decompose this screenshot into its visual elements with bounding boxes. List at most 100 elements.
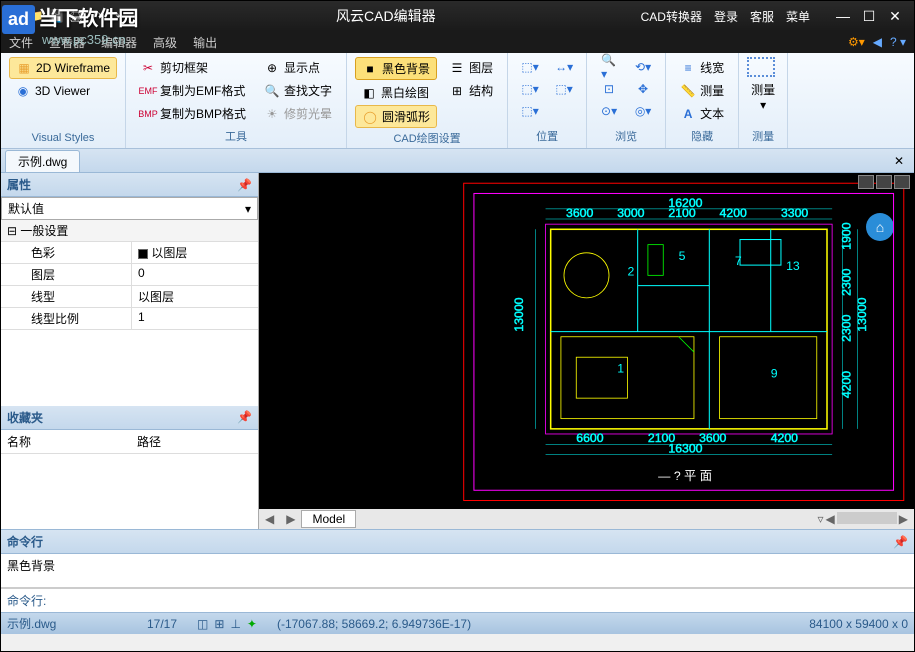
ribbon-group-hide: ≡线宽 📏测量 A文本 隐藏 [666, 53, 739, 148]
prop-ltscale-label: 线型比例 [1, 308, 131, 329]
black-bg-button[interactable]: ■黑色背景 [355, 57, 437, 80]
prop-row-layer[interactable]: 图层 0 [1, 264, 258, 286]
snap-icon[interactable]: ◫ [197, 617, 208, 631]
new-icon[interactable]: 📄 [7, 7, 25, 25]
pos-4[interactable]: ↔▾ [550, 57, 578, 77]
menu-viewer[interactable]: 查看器 [49, 34, 85, 51]
prop-row-color[interactable]: 色彩 以图层 [1, 242, 258, 264]
cad-converter-link[interactable]: CAD转换器 [641, 8, 702, 25]
scroll-track[interactable] [837, 512, 897, 524]
canvas-close-icon[interactable] [894, 175, 910, 189]
prop-layer-value[interactable]: 0 [131, 264, 258, 285]
browse-4[interactable]: ⟲▾ [629, 57, 657, 77]
show-point-button[interactable]: ⊕显示点 [258, 57, 338, 78]
expand-icon[interactable]: ◀ [873, 35, 882, 49]
maximize-button[interactable]: ☐ [858, 6, 880, 26]
tab-prev-icon[interactable]: ◀ [259, 512, 280, 526]
pin-icon[interactable]: 📌 [237, 178, 252, 192]
grid-icon[interactable]: ⊞ [214, 617, 224, 631]
browse-1[interactable]: 🔍▾ [595, 57, 623, 77]
general-group[interactable]: ⊟ 一般设置 [1, 220, 258, 242]
browse-2[interactable]: ⊡ [595, 79, 623, 99]
pin-icon[interactable]: 📌 [893, 535, 908, 549]
svg-text:2: 2 [627, 264, 634, 278]
minimize-button[interactable]: — [832, 6, 854, 26]
tab-next-icon[interactable]: ▶ [280, 512, 301, 526]
scroll-left-icon[interactable]: ◀ [826, 512, 835, 526]
pos-1[interactable]: ⬚▾ [516, 57, 544, 77]
pos-3[interactable]: ⬚▾ [516, 101, 544, 121]
copy-emf-button[interactable]: EMF复制为EMF格式 [134, 80, 252, 101]
menu-advanced[interactable]: 高级 [153, 34, 177, 51]
fit-icon: ⊡ [601, 81, 617, 97]
copy-bmp-button[interactable]: BMP复制为BMP格式 [134, 103, 252, 124]
prop-ltscale-value[interactable]: 1 [131, 308, 258, 329]
measure-big-button[interactable]: 测量 ▾ [747, 57, 779, 126]
model-tab-strip: ◀ ▶ Model ▿ ◀ ▶ [259, 509, 914, 529]
structure-button[interactable]: ⊞结构 [443, 80, 499, 101]
redo-icon[interactable]: ↷ [107, 7, 125, 25]
viewer-3d-label: 3D Viewer [35, 84, 90, 98]
print-icon[interactable]: 🖨 [67, 7, 85, 25]
bw-icon: ◧ [361, 85, 377, 101]
fav-col-name[interactable]: 名称 [1, 430, 131, 453]
command-prompt: 命令行: [1, 589, 52, 612]
canvas[interactable]: ⌂ 16200 3600 3000 2100 4200 3300 [259, 173, 914, 529]
undo-icon[interactable]: ↶ [87, 7, 105, 25]
properties-title: 属性 [7, 176, 31, 193]
help-icon[interactable]: ? ▾ [890, 35, 906, 49]
measure-button[interactable]: 📏测量 [674, 80, 730, 101]
menu-output[interactable]: 输出 [193, 34, 217, 51]
tab-close-icon[interactable]: ✕ [888, 154, 910, 168]
svg-text:1900: 1900 [840, 222, 854, 249]
text-button[interactable]: A文本 [674, 103, 730, 124]
command-input[interactable] [52, 589, 914, 612]
prop-row-ltscale[interactable]: 线型比例 1 [1, 308, 258, 330]
favorites-title: 收藏夹 [7, 409, 43, 426]
scroll-right-icon[interactable]: ▶ [899, 512, 908, 526]
login-link[interactable]: 登录 [714, 8, 738, 25]
trim-halo-button[interactable]: ☀修剪光晕 [258, 103, 338, 124]
clip-frame-button[interactable]: ✂剪切框架 [134, 57, 252, 78]
browse-6[interactable]: ◎▾ [629, 101, 657, 121]
bw-draw-button[interactable]: ◧黑白绘图 [355, 82, 437, 103]
browse-3[interactable]: ⊙▾ [595, 101, 623, 121]
prop-linetype-value[interactable]: 以图层 [131, 286, 258, 307]
prop-filler [1, 330, 258, 406]
prop-color-value[interactable]: 以图层 [131, 242, 258, 263]
canvas-max-icon[interactable] [876, 175, 892, 189]
polar-icon[interactable]: ✦ [247, 617, 257, 631]
properties-dropdown[interactable]: 默认值 ▾ [1, 197, 258, 220]
layers-button[interactable]: ☰图层 [443, 57, 499, 78]
canvas-min-icon[interactable] [858, 175, 874, 189]
ortho-icon[interactable]: ⊥ [230, 617, 240, 631]
pos-5[interactable]: ⬚▾ [550, 79, 578, 99]
viewer-3d-button[interactable]: ◉ 3D Viewer [9, 81, 117, 101]
wireframe-button[interactable]: ▦ 2D Wireframe [9, 57, 117, 79]
save-icon[interactable]: 💾 [47, 7, 65, 25]
scroll-down-icon[interactable]: ▿ [818, 512, 824, 526]
document-tab[interactable]: 示例.dwg [5, 150, 80, 172]
find-text-button[interactable]: 🔍查找文字 [258, 80, 338, 101]
app-title: 风云CAD编辑器 [131, 6, 641, 26]
pos-2[interactable]: ⬚▾ [516, 79, 544, 99]
browse-label: 浏览 [595, 126, 657, 144]
close-button[interactable]: ✕ [884, 6, 906, 26]
support-link[interactable]: 客服 [750, 8, 774, 25]
settings-icon[interactable]: ⚙▾ [848, 35, 865, 49]
lineweight-icon: ≡ [680, 60, 696, 76]
menu-editor[interactable]: 编辑器 [101, 34, 137, 51]
smooth-arc-button[interactable]: ◯圆滑弧形 [355, 105, 437, 128]
menu-file[interactable]: 文件 [9, 34, 33, 51]
pin-icon[interactable]: 📌 [237, 410, 252, 424]
open-icon[interactable]: 📁 [27, 7, 45, 25]
prop-row-linetype[interactable]: 线型 以图层 [1, 286, 258, 308]
status-coords: (-17067.88; 58669.2; 6.949736E-17) [277, 617, 471, 631]
menu-link[interactable]: 菜单 [786, 8, 810, 25]
lineweight-button[interactable]: ≡线宽 [674, 57, 730, 78]
svg-text:3000: 3000 [617, 206, 644, 220]
arc-icon: ◯ [362, 109, 378, 125]
fav-col-path[interactable]: 路径 [131, 430, 167, 453]
model-tab[interactable]: Model [301, 510, 356, 528]
browse-5[interactable]: ✥ [629, 79, 657, 99]
